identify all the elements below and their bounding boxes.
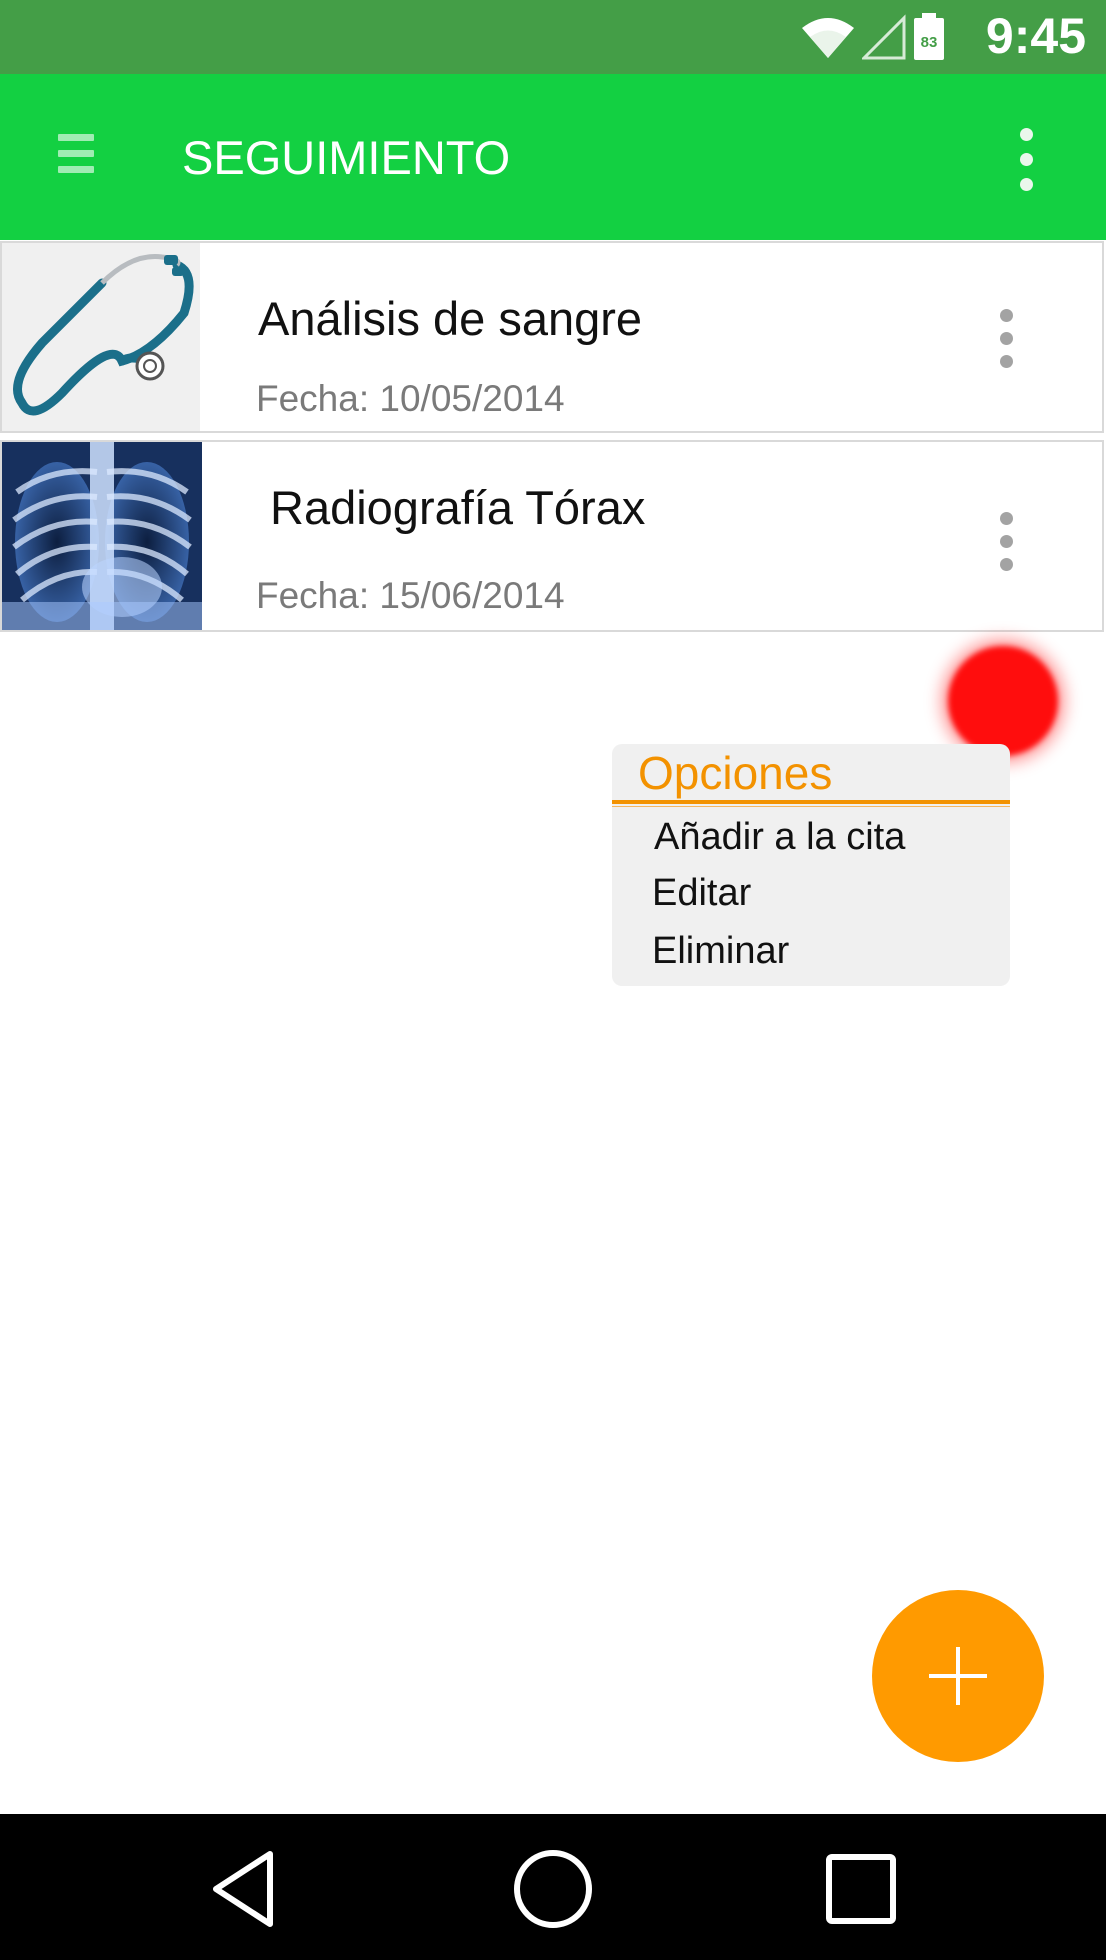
options-menu-divider (612, 800, 1010, 804)
system-nav-bar (0, 1814, 1106, 1960)
recents-icon[interactable] (816, 1844, 906, 1934)
add-button[interactable] (872, 1590, 1044, 1762)
item-title: Radiografía Tórax (270, 481, 646, 534)
item-date: Fecha: 15/06/2014 (256, 575, 565, 616)
battery-icon: 83 (914, 13, 944, 60)
options-menu-title: Opciones (638, 747, 833, 799)
stethoscope-thumbnail (2, 243, 200, 431)
item-options-icon[interactable] (996, 512, 1016, 572)
menu-item-delete[interactable]: Eliminar (652, 928, 789, 974)
hamburger-menu-icon[interactable] (58, 134, 94, 178)
status-bar: 83 9:45 (0, 0, 1106, 74)
signal-icon (862, 14, 906, 60)
status-icons: 83 (800, 12, 946, 62)
touch-indicator (948, 646, 1058, 756)
list-item[interactable]: Análisis de sangre Fecha: 10/05/2014 (0, 241, 1104, 433)
overflow-menu-icon[interactable] (1016, 128, 1036, 192)
back-icon[interactable] (200, 1844, 290, 1934)
options-menu-divider-light (612, 806, 1010, 807)
chest-xray-icon (2, 442, 202, 630)
page-title: SEGUIMIENTO (182, 131, 511, 184)
home-icon[interactable] (508, 1844, 598, 1934)
menu-item-edit[interactable]: Editar (652, 870, 751, 916)
status-time: 9:45 (985, 8, 1086, 64)
options-menu: Opciones Añadir a la cita Editar Elimina… (612, 744, 1010, 986)
chest-xray-thumbnail (2, 442, 202, 630)
item-date: Fecha: 10/05/2014 (256, 378, 565, 419)
menu-item-add-to-appointment[interactable]: Añadir a la cita (654, 814, 905, 860)
item-title: Análisis de sangre (258, 292, 643, 345)
stethoscope-icon (13, 254, 194, 416)
battery-level: 83 (921, 34, 938, 51)
wifi-icon (802, 18, 854, 58)
list-item[interactable]: Radiografía Tórax Fecha: 15/06/2014 (0, 440, 1104, 632)
app-bar: SEGUIMIENTO (0, 74, 1106, 240)
item-options-icon[interactable] (996, 309, 1016, 369)
